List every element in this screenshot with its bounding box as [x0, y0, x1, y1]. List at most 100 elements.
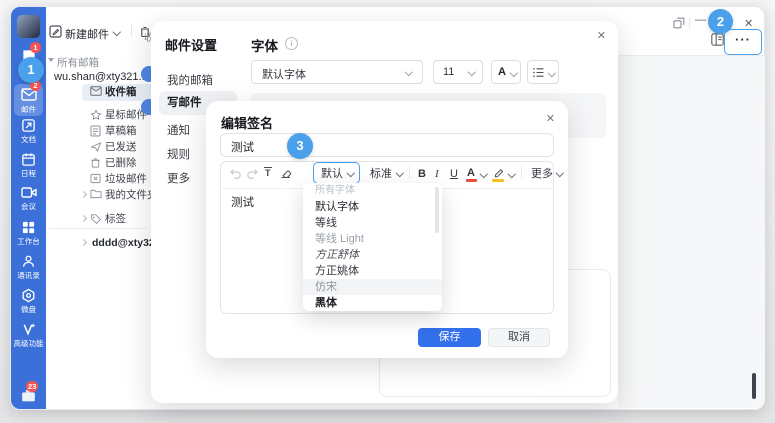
compose-button[interactable]: 新建邮件 [65, 26, 109, 42]
chevron-down-icon [396, 169, 404, 177]
docs-icon [21, 118, 36, 133]
annotation-step-2: 2 [708, 9, 733, 34]
reading-layout-icon[interactable] [711, 33, 724, 46]
menu-scrollbar[interactable] [435, 187, 439, 233]
chevron-down-icon [480, 170, 488, 178]
scrollbar-thumb[interactable] [752, 373, 756, 399]
default-font-select[interactable]: 默认字体 [251, 60, 423, 84]
font-section-title: 字体 [251, 35, 278, 55]
font-color-button[interactable]: A [467, 167, 475, 179]
chevron-down-icon [508, 170, 516, 178]
font-menu-item-yaoti[interactable]: 方正姚体 [303, 263, 442, 279]
folder-label: 我的文件夹 [105, 187, 158, 203]
advanced-icon [21, 322, 36, 337]
sent-icon [90, 141, 102, 153]
screen: 1 邮件 2 文档 日程 会议 [0, 0, 775, 423]
toolbar-divider [409, 166, 410, 179]
caret-right-icon [80, 191, 87, 198]
dialog-close-icon[interactable]: ✕ [546, 114, 555, 125]
meeting-icon [21, 186, 37, 199]
font-dropdown-button[interactable]: 默认 [321, 168, 343, 180]
redo-icon[interactable] [246, 168, 259, 180]
undo-icon[interactable] [229, 168, 242, 180]
highlight-bar [492, 179, 504, 182]
folder-label: 已发送 [105, 139, 137, 155]
folder-label: 草稿箱 [105, 123, 137, 139]
dialog-title: 编辑签名 [221, 113, 273, 132]
font-menu-item-shuti[interactable]: 方正舒体 [303, 247, 442, 263]
chevron-down-icon [468, 68, 476, 76]
font-select-value: 默认字体 [262, 66, 306, 82]
font-menu-item-dengxian[interactable]: 等线 [303, 215, 442, 231]
save-button[interactable]: 保存 [418, 328, 481, 347]
minimize-button[interactable]: — [695, 14, 706, 26]
rail-item-advanced[interactable]: 高级功能 [11, 322, 46, 352]
folder-label: 收件箱 [105, 84, 137, 101]
rail-item-workbench[interactable]: 工作台 [11, 220, 46, 250]
font-color-button[interactable]: A [491, 60, 521, 84]
underline-button[interactable]: U [450, 168, 458, 180]
font-size-select[interactable]: 11 [433, 60, 483, 84]
rail-item-calendar[interactable]: 日程 [11, 152, 46, 182]
settings-close-icon[interactable]: ✕ [597, 31, 606, 42]
more-tools-button[interactable]: 更多 [531, 168, 553, 180]
compose-chevron-icon[interactable] [113, 28, 121, 36]
inbox-icon [90, 86, 102, 96]
format-text-icon[interactable]: T [264, 167, 272, 179]
content-background [618, 56, 765, 408]
font-menu-header: 所有字体 [303, 183, 442, 199]
italic-button[interactable]: I [435, 168, 439, 180]
popout-icon[interactable] [673, 17, 685, 29]
calendar-icon [21, 152, 36, 167]
font-menu-item-heiti[interactable]: 黑体 [303, 295, 442, 311]
compose-icon[interactable] [49, 25, 62, 38]
rail-item-label: 邮件 [11, 105, 46, 114]
workbench-icon [21, 220, 36, 235]
annotation-step-1: 1 [18, 57, 44, 83]
avatar[interactable] [17, 15, 40, 38]
panel-divider [49, 228, 147, 229]
font-menu: 所有字体 默认字体 等线 等线 Light 方正舒体 方正姚体 仿宋 黑体 [303, 183, 442, 311]
cancel-button[interactable]: 取消 [488, 328, 550, 347]
list-style-button[interactable] [527, 60, 559, 84]
rail-item-label: 高级功能 [11, 339, 46, 348]
font-menu-item-dengxian-light[interactable]: 等线 Light [303, 231, 442, 247]
settings-nav-mymailbox[interactable]: 我的邮箱 [159, 71, 237, 91]
eraser-icon[interactable] [279, 167, 292, 180]
chevron-down-icon [405, 68, 413, 76]
trash-icon [90, 157, 101, 169]
editor-text: 测试 [231, 194, 254, 210]
tag-icon [90, 213, 102, 225]
caret-right-icon [80, 239, 87, 246]
rail-item-label: 工作台 [11, 237, 46, 246]
font-menu-item-fangsong[interactable]: 仿宋 [303, 279, 442, 295]
toolbar-divider [131, 25, 132, 36]
rail-item-docs[interactable]: 文档 [11, 118, 46, 148]
folder-panel: 新建邮件 所有邮箱 wu.shan@xty321.... 收件箱 1 星标邮件 … [46, 7, 156, 409]
expand-triangle-icon[interactable] [48, 58, 54, 62]
rail-item-label: 会议 [11, 202, 46, 211]
folder-label: 已删除 [105, 155, 137, 171]
chevron-down-icon [556, 169, 564, 177]
toolbar-divider [521, 166, 522, 179]
signature-name-input[interactable]: 测试 [220, 133, 554, 157]
bold-button[interactable]: B [418, 168, 426, 180]
size-dropdown-button[interactable]: 标准 [370, 168, 392, 180]
folder-label: 垃圾邮件 [105, 171, 147, 187]
draft-icon [90, 125, 101, 137]
color-letter: A [498, 66, 506, 78]
settings-title: 邮件设置 [165, 35, 217, 54]
toolbar-divider [618, 55, 765, 56]
contacts-icon [21, 254, 36, 269]
account-label[interactable]: wu.shan@xty321.... [54, 71, 149, 83]
rail-item-contacts[interactable]: 通讯录 [11, 254, 46, 284]
all-mailboxes-label[interactable]: 所有邮箱 [57, 55, 99, 70]
folder-label: 标签 [105, 211, 126, 227]
rail-item-meeting[interactable]: 会议 [11, 186, 46, 216]
rail-item-drive[interactable]: 微盘 [11, 288, 46, 318]
font-menu-item-default[interactable]: 默认字体 [303, 199, 442, 215]
more-button[interactable]: ··· [724, 29, 762, 55]
rail-item-mail[interactable]: 邮件 [11, 88, 46, 118]
highlight-pen-icon[interactable] [493, 166, 505, 178]
rail-item-label: 微盘 [11, 305, 46, 314]
